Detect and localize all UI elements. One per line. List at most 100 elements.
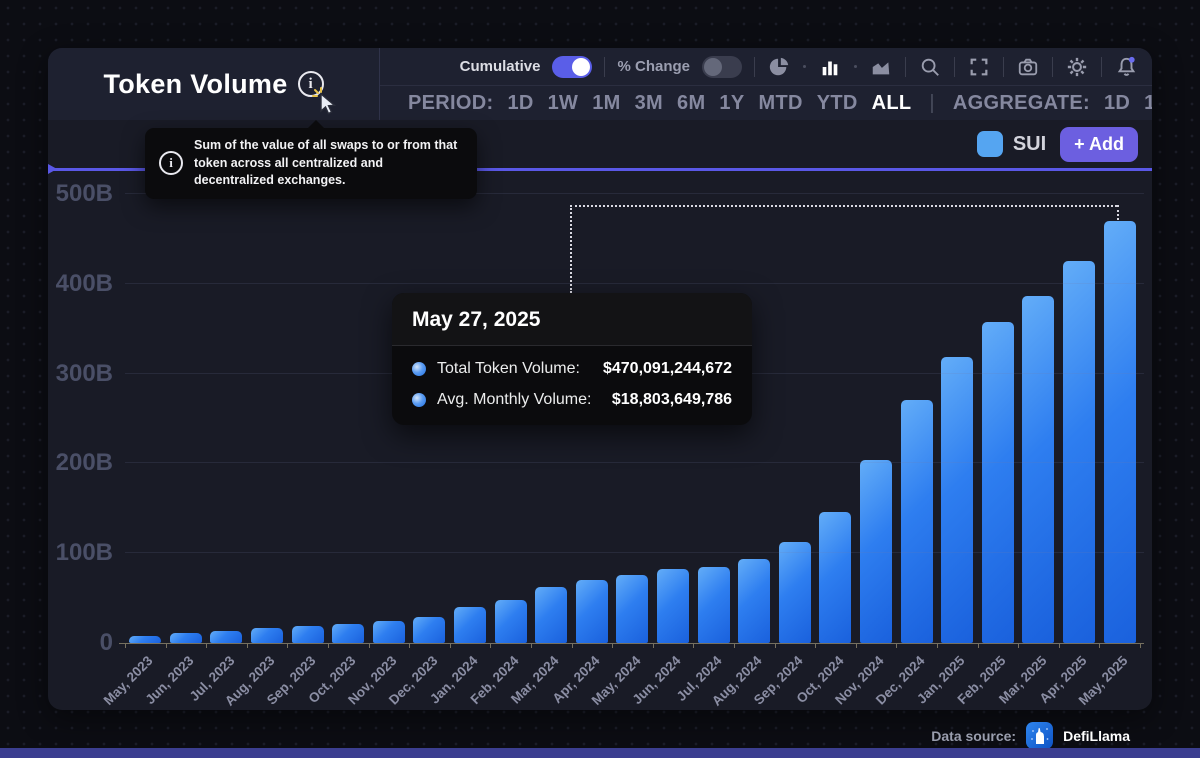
bar-slot (1018, 194, 1059, 643)
y-axis-tick-label: 400B (56, 270, 113, 298)
y-axis-tick-label: 0 (100, 629, 113, 657)
aggregate-group: AGGREGATE: 1D1W1M (953, 92, 1152, 115)
x-axis-tick (125, 643, 126, 648)
add-token-button[interactable]: + Add (1060, 127, 1138, 162)
bar-slot (1099, 194, 1140, 643)
tooltip-rows: Total Token Volume:$470,091,244,672 Avg. … (392, 346, 752, 425)
settings-icon[interactable] (1065, 55, 1089, 79)
bar-jan-2025[interactable] (941, 357, 973, 643)
period-option-1y[interactable]: 1Y (719, 92, 744, 115)
chart-tooltip: May 27, 2025 Total Token Volume:$470,091… (392, 293, 752, 425)
tooltip-row: Avg. Monthly Volume: $18,803,649,786 (412, 391, 732, 409)
period-option-3m[interactable]: 3M (635, 92, 663, 115)
series-bullet-icon (412, 362, 426, 376)
bar-jun-2024[interactable] (657, 569, 689, 643)
defillama-logo (1026, 722, 1053, 749)
bar-slot (775, 194, 816, 643)
percent-change-toggle-label: % Change (617, 58, 690, 75)
bar-jun-2023[interactable] (170, 633, 202, 643)
x-axis-line (119, 643, 1144, 644)
x-axis-tick (1059, 643, 1060, 648)
period-group: PERIOD: 1D1W1M3M6M1YMTDYTDALL (408, 92, 911, 115)
x-axis-tick (409, 643, 410, 648)
bar-nov-2023[interactable] (373, 621, 405, 643)
bar-sep-2024[interactable] (779, 542, 811, 643)
divider (954, 57, 955, 77)
bar-apr-2024[interactable] (576, 580, 608, 643)
bar-oct-2023[interactable] (332, 624, 364, 643)
dot-separator (854, 65, 857, 68)
tooltip-row-value: $470,091,244,672 (603, 360, 732, 378)
sui-label: SUI (1013, 133, 1046, 156)
area-chart-icon[interactable] (869, 55, 893, 79)
tooltip-row: Total Token Volume:$470,091,244,672 (412, 360, 732, 378)
x-axis-tick (734, 643, 735, 648)
bar-mar-2024[interactable] (535, 587, 567, 643)
toolbar: Cumulative % Change (380, 48, 1152, 86)
bar-jul-2023[interactable] (210, 631, 242, 643)
bar-mar-2025[interactable] (1022, 296, 1054, 643)
period-option-all[interactable]: ALL (872, 92, 912, 115)
divider (1101, 57, 1102, 77)
series-bullet-icon (412, 393, 426, 407)
bar-chart-icon[interactable] (818, 55, 842, 79)
divider (754, 57, 755, 77)
fullscreen-icon[interactable] (967, 55, 991, 79)
period-option-6m[interactable]: 6M (677, 92, 705, 115)
bar-sep-2023[interactable] (292, 626, 324, 643)
bar-oct-2024[interactable] (819, 512, 851, 643)
cumulative-toggle[interactable] (552, 56, 592, 78)
bar-dec-2024[interactable] (901, 400, 933, 643)
bar-jan-2024[interactable] (454, 607, 486, 643)
search-icon[interactable] (918, 55, 942, 79)
y-axis-tick-label: 300B (56, 360, 113, 388)
bar-slot (328, 194, 369, 643)
bar-slot (977, 194, 1018, 643)
bar-may-2023[interactable] (129, 636, 161, 643)
period-option-mtd[interactable]: MTD (758, 92, 802, 115)
aggregate-option-1d[interactable]: 1D (1104, 92, 1130, 115)
bar-aug-2024[interactable] (738, 559, 770, 643)
x-axis-tick (693, 643, 694, 648)
bar-may-2024[interactable] (616, 575, 648, 643)
bar-aug-2023[interactable] (251, 628, 283, 643)
bar-may-2025[interactable] (1104, 221, 1136, 643)
bar-slot (1059, 194, 1100, 643)
period-option-1m[interactable]: 1M (592, 92, 620, 115)
tooltip-date: May 27, 2025 (392, 293, 752, 346)
bar-feb-2025[interactable] (982, 322, 1014, 643)
pie-chart-icon[interactable] (767, 55, 791, 79)
divider: | (929, 92, 935, 115)
notifications-icon[interactable] (1114, 55, 1138, 79)
bar-dec-2023[interactable] (413, 617, 445, 643)
divider (604, 57, 605, 77)
x-axis-tick (612, 643, 613, 648)
period-option-1d[interactable]: 1D (507, 92, 533, 115)
playhead-icon (48, 164, 57, 174)
bar-slot (937, 194, 978, 643)
gridline (125, 283, 1144, 284)
bar-slot (247, 194, 288, 643)
period-option-1w[interactable]: 1W (548, 92, 579, 115)
x-axis-tick (531, 643, 532, 648)
percent-change-toggle[interactable] (702, 56, 742, 78)
crosshair-line (570, 205, 1117, 207)
aggregate-options: 1D1W1M (1104, 92, 1152, 115)
period-option-ytd[interactable]: YTD (817, 92, 858, 115)
bar-slot (815, 194, 856, 643)
bar-jul-2024[interactable] (698, 567, 730, 643)
y-axis-tick-label: 200B (56, 449, 113, 477)
sui-swatch (977, 131, 1003, 157)
x-axis-tick (369, 643, 370, 648)
tooltip-row-value: $18,803,649,786 (612, 391, 732, 409)
info-icon: i (159, 151, 183, 175)
legend-item-sui[interactable]: SUI (977, 131, 1046, 157)
data-source-label: Data source: (931, 728, 1016, 744)
bar-feb-2024[interactable] (495, 600, 527, 643)
x-axis-tick (978, 643, 979, 648)
camera-icon[interactable] (1016, 55, 1040, 79)
aggregate-option-1w[interactable]: 1W (1144, 92, 1152, 115)
mouse-cursor-icon (308, 82, 342, 116)
tooltip-row-label: Avg. Monthly Volume: (437, 391, 591, 409)
bar-apr-2025[interactable] (1063, 261, 1095, 643)
